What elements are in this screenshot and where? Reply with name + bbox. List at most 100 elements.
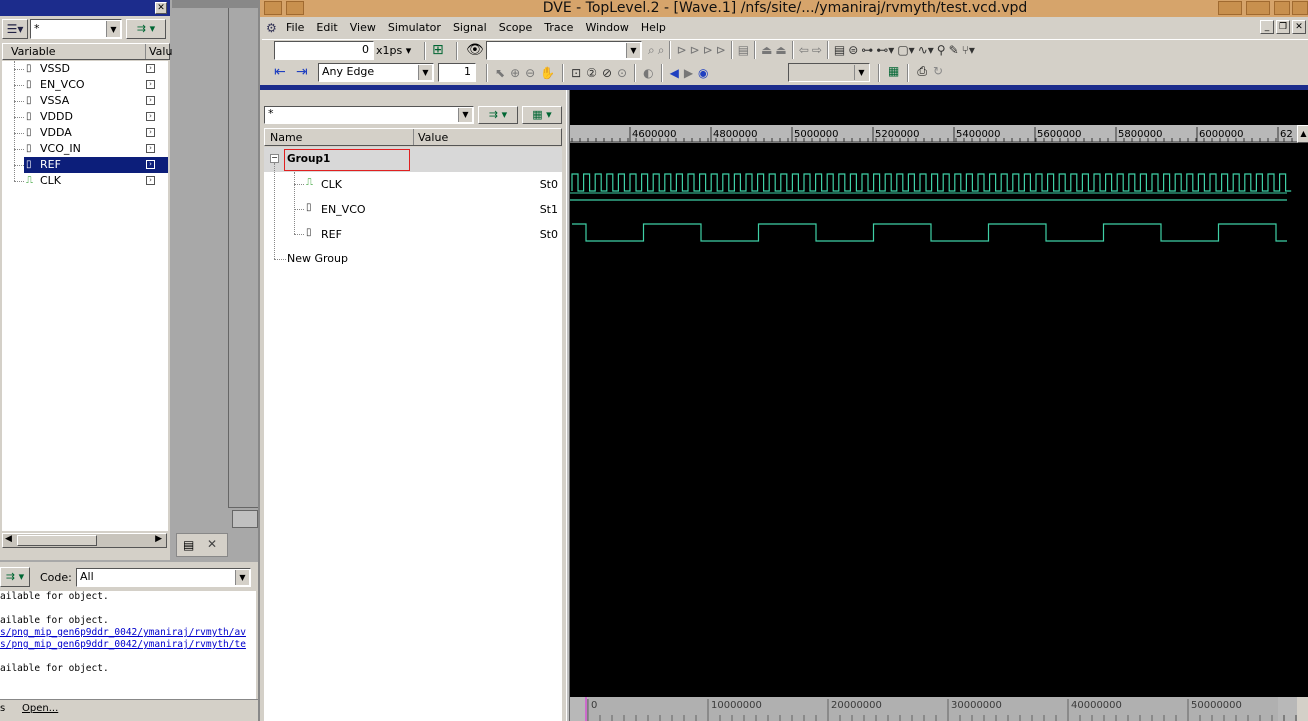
find-next-icon[interactable]: ⌕: [658, 43, 665, 58]
menu-edit[interactable]: Edit: [316, 21, 337, 34]
signal-row[interactable]: ⎍ CLK St0: [264, 172, 562, 197]
zoom-2-icon[interactable]: ②: [586, 66, 597, 80]
variable-row[interactable]: ▯ VDDA ›: [2, 125, 168, 141]
refresh-icon[interactable]: ↻: [933, 64, 943, 82]
edge-select[interactable]: Any Edge ▼: [318, 63, 434, 82]
variable-row[interactable]: ▯ REF ›: [2, 157, 168, 173]
capture-icon[interactable]: ⎙: [917, 64, 927, 82]
mdi-close-icon[interactable]: ✕: [1292, 20, 1306, 34]
menu-simulator[interactable]: Simulator: [388, 21, 441, 34]
zoom-half-icon[interactable]: ⊘: [602, 66, 612, 80]
group-row[interactable]: − Group1: [264, 147, 562, 172]
marker-icon[interactable]: ◐: [643, 66, 653, 80]
menu-window[interactable]: Window: [585, 21, 628, 34]
step-back-icon[interactable]: ⊳: [676, 43, 686, 57]
time-unit-select[interactable]: x1ps ▾: [376, 44, 411, 57]
next-edge-icon[interactable]: ⇥: [296, 64, 308, 80]
step-over-icon[interactable]: ⊳: [703, 43, 713, 57]
resize-icon[interactable]: [1218, 1, 1242, 15]
trace-icon[interactable]: ⊷▾: [876, 43, 894, 57]
prev-edge-icon[interactable]: ⇤: [274, 64, 286, 80]
close-window-icon[interactable]: [1292, 1, 1308, 15]
goto-marker-icon[interactable]: ◉: [698, 66, 708, 80]
expand-value-icon[interactable]: ›: [146, 144, 155, 153]
driver-icon[interactable]: ⚲: [937, 43, 946, 57]
minimize-icon[interactable]: [1246, 1, 1270, 15]
expand-value-icon[interactable]: ›: [146, 176, 155, 185]
dock-tab[interactable]: ▤ ✕: [176, 533, 228, 557]
variable-column-header[interactable]: Variable: [11, 45, 56, 58]
step-into-icon[interactable]: ⊳: [716, 43, 726, 57]
marker-select[interactable]: ▼: [788, 63, 870, 82]
close-icon[interactable]: ✕: [207, 537, 217, 551]
console-link[interactable]: s/png_mip_gen6p9ddr_0042/ymaniraj/rvmyth…: [0, 627, 256, 639]
menu-file[interactable]: File: [286, 21, 304, 34]
variable-row[interactable]: ▯ EN_VCO ›: [2, 77, 168, 93]
window-icon[interactable]: ▢▾: [897, 43, 914, 57]
clk-waveform[interactable]: [571, 173, 1292, 192]
value-column-header[interactable]: Value: [418, 131, 448, 144]
grid-icon[interactable]: ▦: [888, 64, 899, 82]
scroll-left-icon[interactable]: ◀: [5, 534, 12, 544]
group-view-button[interactable]: ▦ ▾: [522, 106, 562, 124]
find-prev-icon[interactable]: ⌕: [648, 43, 655, 58]
menu-view[interactable]: View: [350, 21, 376, 34]
menu-scope[interactable]: Scope: [499, 21, 533, 34]
waveform-svg[interactable]: [570, 143, 1297, 703]
code-select[interactable]: All ▼: [76, 568, 251, 587]
filter-options-button[interactable]: ⇉ ▾: [126, 19, 166, 39]
zoom-in-icon[interactable]: ⊕: [510, 66, 520, 80]
forward-arrow-icon[interactable]: ⇨: [812, 43, 822, 57]
edit-icon[interactable]: ✎: [949, 43, 959, 57]
signal-row[interactable]: ▯ REF St0: [264, 222, 562, 247]
signal-filter-input[interactable]: * ▼: [264, 106, 474, 124]
mdi-restore-icon[interactable]: ❐: [1276, 20, 1290, 34]
pointer-icon[interactable]: ⬉: [495, 66, 505, 80]
time-input[interactable]: 0: [274, 41, 374, 60]
list-icon[interactable]: ▤: [834, 43, 845, 57]
expand-value-icon[interactable]: ›: [146, 96, 155, 105]
variable-filter-input[interactable]: * ▼: [30, 19, 122, 39]
pan-icon[interactable]: ✋: [540, 66, 555, 80]
scope-type-button[interactable]: ☰▾: [2, 19, 28, 39]
close-icon[interactable]: ✕: [155, 2, 167, 14]
tree-icon[interactable]: ⊶: [861, 43, 873, 57]
ref-waveform[interactable]: [572, 223, 1287, 242]
mdi-minimize-icon[interactable]: _: [1260, 20, 1274, 34]
find-icon[interactable]: 👁: [466, 42, 484, 58]
console-tab[interactable]: Open...: [22, 703, 58, 714]
variable-row[interactable]: ⎍ CLK ›: [2, 173, 168, 189]
app-menu-icon[interactable]: ⚙: [266, 21, 277, 35]
vertical-scroll-up-icon[interactable]: ▲: [1297, 125, 1308, 143]
variable-row[interactable]: ▯ VSSD ›: [2, 61, 168, 77]
expand-value-icon[interactable]: ›: [146, 80, 155, 89]
variable-row[interactable]: ▯ VCO_IN ›: [2, 141, 168, 157]
expand-value-icon[interactable]: ›: [146, 160, 155, 169]
edge-count-input[interactable]: 1: [438, 63, 476, 82]
scroll-right-icon[interactable]: ▶: [155, 534, 162, 544]
menu-trace[interactable]: Trace: [544, 21, 573, 34]
zoom-fit-icon[interactable]: ⊡: [571, 66, 581, 80]
group-name[interactable]: Group1: [284, 149, 410, 171]
value-column-header[interactable]: Valu: [149, 45, 172, 58]
variable-row[interactable]: ▯ VDDD ›: [2, 109, 168, 125]
wave-icon[interactable]: ∿▾: [918, 43, 934, 57]
hierarchy-icon[interactable]: ⊞: [432, 42, 444, 58]
fork-icon[interactable]: ⑂▾: [962, 43, 975, 57]
shade-icon[interactable]: [1274, 1, 1290, 15]
step-icon[interactable]: ⊳: [690, 43, 700, 57]
down-icon[interactable]: ⏏: [775, 43, 786, 57]
back-arrow-icon[interactable]: ⇦: [799, 43, 809, 57]
up-icon[interactable]: ⏏: [761, 43, 772, 57]
expand-value-icon[interactable]: ›: [146, 128, 155, 137]
signal-row[interactable]: ▯ EN_VCO St1: [264, 197, 562, 222]
expand-value-icon[interactable]: ›: [146, 112, 155, 121]
name-column-header[interactable]: Name: [270, 131, 302, 144]
collapse-icon[interactable]: −: [270, 154, 279, 163]
scroll-thumb[interactable]: [17, 535, 97, 546]
horizontal-scrollbar[interactable]: ◀ ▶: [2, 533, 167, 548]
bottom-ruler[interactable]: 0 10000000 20000000 30000000 40000000 5000000…: [570, 697, 1297, 721]
variable-row[interactable]: ▯ VSSA ›: [2, 93, 168, 109]
new-group[interactable]: New Group: [287, 252, 348, 265]
console-tab[interactable]: s: [0, 703, 5, 714]
